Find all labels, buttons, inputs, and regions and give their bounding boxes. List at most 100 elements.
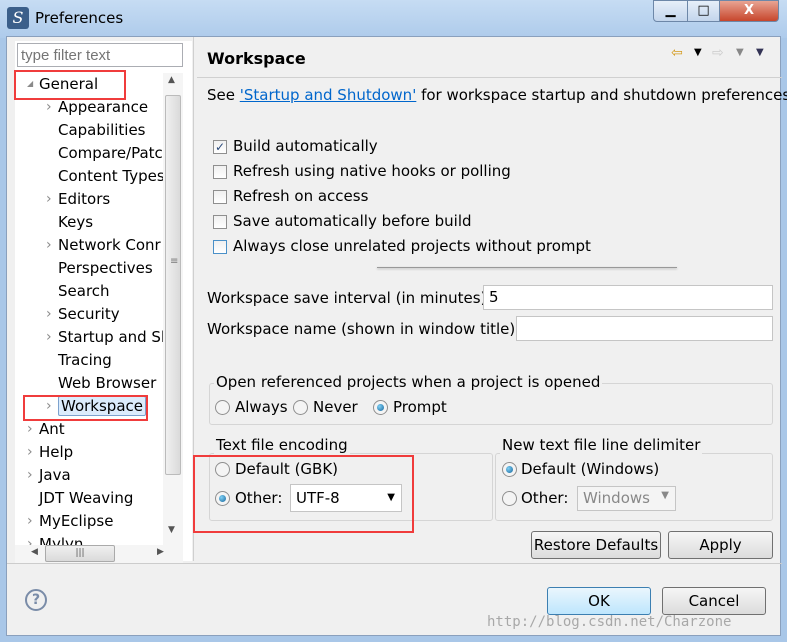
tree-item[interactable]: Search: [58, 280, 110, 302]
window-title: Preferences: [35, 9, 124, 27]
scroll-up-icon[interactable]: ▲: [168, 75, 175, 85]
tree-item[interactable]: Capabilities: [58, 119, 146, 141]
ok-button[interactable]: OK: [547, 587, 651, 615]
expand-arrow-icon[interactable]: ›: [27, 533, 33, 545]
filter-input[interactable]: [17, 43, 183, 67]
workspace-name-input[interactable]: [516, 316, 773, 341]
tree-item-label: Mylyn: [39, 535, 84, 545]
tree-item[interactable]: › Network Conr: [46, 234, 161, 256]
tree-item[interactable]: Web Browser: [58, 372, 156, 394]
minimize-button[interactable]: ▁: [653, 0, 688, 22]
tree-item-label: Search: [58, 282, 110, 300]
tree-item[interactable]: Keys: [58, 211, 93, 233]
tree-item[interactable]: › Help: [27, 441, 73, 463]
delimiter-default-radio[interactable]: [502, 462, 517, 477]
tree-item[interactable]: Content Types: [58, 165, 163, 187]
delimiter-other-label[interactable]: Other:: [521, 489, 568, 507]
expand-arrow-icon[interactable]: ›: [46, 234, 52, 256]
expand-arrow-icon[interactable]: ›: [27, 464, 33, 486]
tree-vertical-scrollbar[interactable]: ▲ ≡ ▼: [163, 73, 183, 545]
encoding-label: Text file encoding: [214, 436, 350, 454]
highlight-general: [14, 70, 126, 100]
restore-defaults-button[interactable]: Restore Defaults: [531, 531, 661, 559]
expand-arrow-icon[interactable]: ›: [27, 510, 33, 532]
tree-item[interactable]: Perspectives: [58, 257, 153, 279]
tree-item[interactable]: › MyEclipse: [27, 510, 114, 532]
scroll-down-icon[interactable]: ▼: [168, 525, 175, 535]
checkbox[interactable]: [213, 215, 227, 229]
dropdown-arrow-icon: ▼: [661, 490, 669, 501]
checkbox[interactable]: [213, 240, 227, 254]
expand-arrow-icon[interactable]: ›: [27, 418, 33, 440]
tree-item-label: Web Browser: [58, 374, 157, 392]
scroll-left-icon[interactable]: ◀: [31, 547, 38, 557]
tree-item-label: Perspectives: [58, 259, 153, 277]
tree-item[interactable]: JDT Weaving: [39, 487, 133, 509]
checkbox-label[interactable]: Build automatically: [233, 137, 378, 155]
checkbox[interactable]: ✓: [213, 140, 227, 154]
tree-horizontal-scrollbar[interactable]: ◀ ||| ▶: [15, 545, 183, 563]
checkbox[interactable]: [213, 165, 227, 179]
tree-item-label: Appearance: [58, 98, 149, 116]
workspace-name-label: Workspace name (shown in window title):: [207, 320, 521, 338]
delimiter-select[interactable]: Windows ▼: [577, 486, 676, 511]
checkbox-label[interactable]: Always close unrelated projects without …: [233, 237, 591, 255]
checkbox-label[interactable]: Refresh using native hooks or polling: [233, 162, 511, 180]
preferences-dialog: ◢General›AppearanceCapabilitiesCompare/P…: [6, 36, 787, 636]
page-title: Workspace: [207, 49, 306, 68]
back-menu-icon[interactable]: ▼: [694, 47, 702, 58]
tree-item[interactable]: › Mylyn: [27, 533, 84, 545]
expand-arrow-icon[interactable]: ›: [46, 326, 52, 348]
tree-item-label: Content Types: [58, 167, 163, 185]
highlight-workspace: [23, 395, 148, 421]
tree-item-label: Keys: [58, 213, 94, 231]
tree-item-label: Java: [39, 466, 71, 484]
open-ref-label[interactable]: Prompt: [393, 398, 447, 416]
scroll-thumb[interactable]: ≡: [165, 95, 181, 475]
cancel-button[interactable]: Cancel: [662, 587, 766, 615]
save-interval-label: Workspace save interval (in minutes):: [207, 289, 492, 307]
tree-item[interactable]: › Java: [27, 464, 71, 486]
title-bar: S Preferences ▁ □ X: [0, 0, 787, 38]
tree-item-label: MyEclipse: [39, 512, 114, 530]
forward-arrow-icon[interactable]: ⇨: [712, 45, 724, 61]
open-ref-label[interactable]: Never: [313, 398, 358, 416]
expand-arrow-icon[interactable]: ›: [46, 188, 52, 210]
open-ref-label[interactable]: Always: [235, 398, 288, 416]
forward-menu-icon[interactable]: ▼: [736, 47, 744, 58]
tree-item[interactable]: › Startup and Sh: [46, 326, 163, 348]
delimiter-default-label[interactable]: Default (Windows): [521, 460, 659, 478]
tree-item-label: Security: [58, 305, 120, 323]
view-menu-icon[interactable]: ▼: [756, 47, 764, 58]
tree-item-label: Capabilities: [58, 121, 146, 139]
maximize-button[interactable]: □: [687, 0, 720, 22]
tree-item[interactable]: › Security: [46, 303, 120, 325]
checkbox-label[interactable]: Refresh on access: [233, 187, 368, 205]
tree-item[interactable]: Compare/Patc: [58, 142, 163, 164]
apply-button[interactable]: Apply: [668, 531, 773, 559]
expand-arrow-icon[interactable]: ›: [46, 303, 52, 325]
header-divider: [197, 77, 782, 78]
delimiter-other-radio[interactable]: [502, 491, 517, 506]
tree-item-label: JDT Weaving: [39, 489, 134, 507]
help-icon[interactable]: ?: [25, 589, 47, 611]
close-button[interactable]: X: [719, 0, 779, 22]
open-ref-radio-never[interactable]: [293, 400, 308, 415]
open-ref-radio-prompt[interactable]: [373, 400, 388, 415]
back-arrow-icon[interactable]: ⇦: [671, 45, 683, 61]
checkbox-label[interactable]: Save automatically before build: [233, 212, 472, 230]
open-ref-radio-always[interactable]: [215, 400, 230, 415]
tree-item-label: Tracing: [58, 351, 112, 369]
expand-arrow-icon[interactable]: ›: [27, 441, 33, 463]
scroll-right-icon[interactable]: ▶: [157, 547, 164, 557]
save-interval-input[interactable]: 5: [483, 285, 773, 310]
startup-shutdown-link[interactable]: 'Startup and Shutdown': [240, 86, 417, 104]
tree-item[interactable]: Tracing: [58, 349, 112, 371]
checkbox[interactable]: [213, 190, 227, 204]
workspace-page: Workspace ⇦ ▼ ⇨ ▼ ▼ See 'Startup and Shu…: [193, 37, 787, 561]
tree-item[interactable]: › Editors: [46, 188, 110, 210]
preference-tree: ◢ General › Appearance Capabilities Compare/P…: [15, 73, 163, 545]
h-scroll-thumb[interactable]: |||: [45, 545, 115, 562]
watermark: http://blog.csdn.net/Charzone: [487, 614, 732, 630]
tree-item[interactable]: › Ant: [27, 418, 65, 440]
